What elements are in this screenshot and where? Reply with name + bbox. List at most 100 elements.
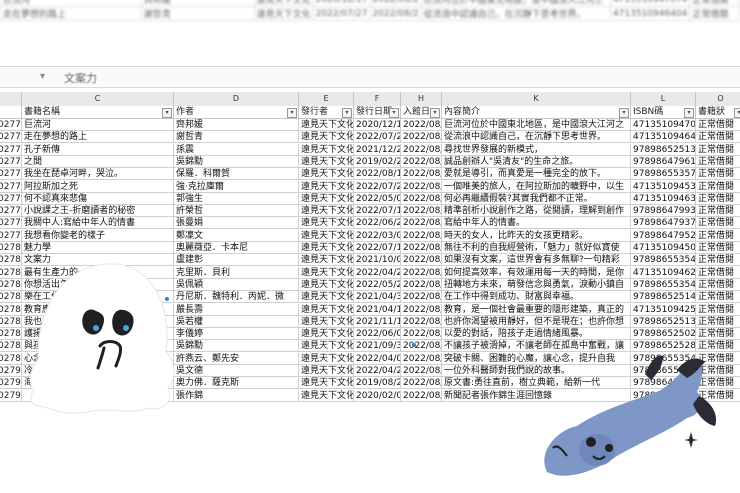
cell-author[interactable]: 奧力佛．薩克斯 [174, 377, 299, 390]
cell-id[interactable]: 02774 [0, 168, 22, 181]
column-letter-e[interactable]: E [299, 92, 354, 106]
cell-pubdate[interactable]: 2022/05/20 [354, 278, 401, 291]
cell-status[interactable]: 正常借閱 [696, 205, 740, 218]
cell-publisher[interactable]: 遠見天下文化 [299, 242, 354, 254]
cell-status[interactable]: 正常借閱 [696, 304, 740, 316]
table-row[interactable]: 02779我想看你變老的樣子鄭凜文遠見天下文化2022/03/032022/08… [0, 229, 740, 242]
cell-isbn[interactable]: 9789865252878 [631, 340, 696, 353]
cell-id[interactable]: 02783 [0, 278, 22, 291]
cell-isbn[interactable]: 9789864799305 [631, 205, 696, 218]
formula-bar[interactable]: ▾ 文案力 [0, 66, 740, 88]
cell-title[interactable]: 我坐在琵卓河畔，哭泣。 [22, 168, 174, 181]
cell-title[interactable]: 巨流河 [22, 119, 174, 131]
cell-added[interactable]: 2022/08/2 [401, 303, 442, 316]
cell-added[interactable]: 2022/08/2 [401, 242, 442, 254]
cell-pubdate[interactable]: 2021/04/30 [354, 291, 401, 304]
cell-isbn[interactable]: 4713510947074 [631, 119, 696, 131]
cell-added[interactable]: 2022/08/2 [401, 143, 442, 156]
cell-publisher[interactable]: 遠見天下文化 [299, 303, 354, 316]
formula-value[interactable]: 文案力 [64, 70, 97, 86]
cell-pubdate[interactable]: 2021/11/16 [354, 315, 401, 328]
cell-isbn[interactable]: 4713510946282 [631, 266, 696, 279]
column-letter-h[interactable]: H [401, 92, 442, 106]
cell-pubdate[interactable]: 2019/02/28 [354, 155, 401, 168]
cell-pubdate[interactable]: 2021/04/16 [354, 303, 401, 316]
cell-pubdate[interactable]: 2022/04/29 [354, 266, 401, 279]
cell-pubdate[interactable]: 2021/10/06 [354, 254, 401, 267]
cell-added[interactable]: 2022/08/2 [401, 205, 442, 218]
header-cell-status[interactable]: 書籍狀 ▾ [696, 106, 740, 119]
cell-author[interactable]: 李儀婷 [174, 328, 299, 341]
cell-status[interactable]: 正常借閱 [696, 267, 740, 279]
cell-added[interactable]: 2022/08/2 [401, 180, 442, 193]
cell-pubdate[interactable]: 2021/09/30 [354, 340, 401, 353]
header-cell-author[interactable]: 作者 ▾ [174, 106, 299, 119]
cell-isbn[interactable]: 9789865251314 [631, 143, 696, 156]
cell-summary[interactable]: 扭轉地方未來，萌發信念與勇氣，淚動小鎮自 [442, 278, 631, 291]
table-row[interactable]: 02772孔子新傳孫震遠見天下文化2021/12/222022/08/2尋找世界… [0, 143, 740, 156]
dropdown-arrow-icon[interactable]: ▾ [287, 108, 297, 118]
column-letter-c[interactable]: C [22, 92, 174, 106]
dropdown-arrow-icon[interactable]: ▾ [734, 108, 740, 118]
cell-publisher[interactable]: 遠見天下文化 [299, 254, 354, 267]
cell-isbn[interactable]: 9789865250210 [631, 328, 696, 341]
cell-added[interactable]: 2022/08/2 [401, 352, 442, 365]
cell-title[interactable]: 何不認真來悲傷 [22, 192, 174, 205]
table-row[interactable]: 02777小說課之王-折磨讀者的秘密許榮哲遠見天下文化2022/07/13202… [0, 205, 740, 218]
cell-id[interactable]: 02786 [0, 315, 22, 328]
cell-id[interactable]: 02776 [0, 192, 22, 205]
cell-summary[interactable]: 誠品創辦人"吳清友"的生命之旅。 [442, 155, 631, 168]
cell-publisher[interactable]: 遠見天下文化 [299, 205, 354, 218]
cell-author[interactable]: 吳文德 [174, 365, 299, 377]
cell-id[interactable]: 02792 [0, 389, 22, 402]
table-row[interactable]: 02774我坐在琵卓河畔，哭泣。保羅．科爾賀遠見天下文化2022/08/1620… [0, 168, 740, 181]
cell-publisher[interactable]: 遠見天下文化 [299, 389, 354, 402]
cell-pubdate[interactable]: 2020/02/07 [354, 389, 401, 402]
cell-summary[interactable]: 教育，是一個社會最重要的隱形建築，真正的 [442, 303, 631, 316]
cell-author[interactable]: 丹尼斯．魏特利．丙妮．微 [174, 291, 299, 304]
cell-id[interactable]: 02778 [0, 217, 22, 230]
cell-added[interactable]: 2022/08/2 [401, 155, 442, 168]
cell-isbn[interactable]: 4713510946312 [631, 192, 696, 205]
cell-added[interactable]: 2022/08/2 [401, 377, 442, 390]
cell-status[interactable]: 正常借閱 [696, 119, 740, 131]
cell-status[interactable]: 正常借閱 [696, 328, 740, 341]
cell-author[interactable]: 孫震 [174, 143, 299, 156]
cell-author[interactable]: 奧麗薇亞．卡本尼 [174, 242, 299, 254]
cell-status[interactable]: 正常借閱 [696, 254, 740, 267]
header-cell-summary[interactable]: 內容簡介 ▾ [442, 106, 631, 119]
cell-isbn[interactable]: 9789864795284 [631, 229, 696, 242]
cell-pubdate[interactable]: 2021/12/22 [354, 143, 401, 156]
cell-id[interactable]: 02784 [0, 291, 22, 304]
dropdown-arrow-icon[interactable]: ▾ [430, 108, 440, 118]
column-letter-f[interactable]: F [354, 92, 401, 106]
cell-isbn[interactable]: 9789864796137 [631, 155, 696, 168]
table-row[interactable]: 02775阿拉斯加之死強·克拉庫爾遠見天下文化2022/07/272022/08… [0, 180, 740, 193]
cell-isbn[interactable]: 4713510946404 [631, 131, 696, 144]
cell-author[interactable]: 謝哲青 [174, 131, 299, 144]
cell-added[interactable]: 2022/08/2 [401, 340, 442, 353]
cell-isbn[interactable]: 4713510945315 [631, 180, 696, 193]
dropdown-arrow-icon[interactable]: ▾ [162, 108, 172, 118]
cell-added[interactable]: 2022/08/2 [401, 217, 442, 230]
cell-status[interactable]: 正常借閱 [696, 291, 740, 304]
cell-added[interactable]: 2022/08/2 [401, 192, 442, 205]
cell-author[interactable]: 強·克拉庫爾 [174, 180, 299, 193]
cell-title[interactable]: 之間 [22, 155, 174, 168]
cell-summary[interactable]: 何必再繼續假裝?其實我們都不正常。 [442, 192, 631, 205]
cell-publisher[interactable]: 遠見天下文化 [299, 168, 354, 181]
cell-id[interactable]: 02780 [0, 242, 22, 254]
table-row[interactable]: 02780魅力學奧麗薇亞．卡本尼遠見天下文化2022/07/132022/08/… [0, 242, 740, 254]
cell-status[interactable]: 正常借閱 [696, 131, 740, 144]
cell-added[interactable]: 2022/08/2 [401, 365, 442, 377]
cell-status[interactable]: 正常借閱 [696, 279, 740, 291]
cell-author[interactable]: 吳佩穎 [174, 278, 299, 291]
dropdown-arrow-icon[interactable]: ▾ [342, 108, 352, 118]
cell-summary[interactable]: 無往不利的自我經營術，「魅力」就好似寶使 [442, 242, 631, 254]
cell-isbn[interactable]: 9789865535480 [631, 278, 696, 291]
cell-pubdate[interactable]: 2022/05/05 [354, 192, 401, 205]
cell-summary[interactable]: 如何提高效率，有效運用每一天的時間，是你 [442, 266, 631, 279]
cell-added[interactable]: 2022/08/2 [401, 291, 442, 304]
cell-id[interactable]: 02772 [0, 143, 22, 156]
cell-id[interactable]: 02777 [0, 205, 22, 218]
